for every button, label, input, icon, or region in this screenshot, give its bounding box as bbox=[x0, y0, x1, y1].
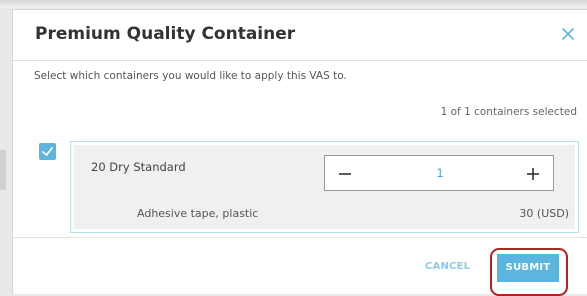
container-name: 20 Dry Standard bbox=[91, 160, 186, 174]
vas-dialog: Premium Quality Container Select which c… bbox=[12, 9, 587, 296]
vas-item-name: Adhesive tape, plastic bbox=[137, 207, 259, 220]
background-page-strip bbox=[0, 0, 587, 8]
minus-icon bbox=[339, 173, 351, 175]
vas-item-price: 30 (USD) bbox=[519, 207, 569, 220]
selected-count: 1 of 1 containers selected bbox=[440, 106, 577, 118]
plus-icon bbox=[527, 168, 539, 180]
checkmark-icon bbox=[42, 147, 53, 156]
container-card-body: 20 Dry Standard 1 Adhesive tape, plastic… bbox=[74, 145, 575, 229]
quantity-value[interactable]: 1 bbox=[420, 166, 460, 180]
decrement-button[interactable] bbox=[337, 166, 353, 182]
increment-button[interactable] bbox=[525, 166, 541, 182]
container-checkbox[interactable] bbox=[39, 143, 56, 160]
quantity-stepper: 1 bbox=[324, 155, 554, 191]
instruction-text: Select which containers you would like t… bbox=[34, 70, 347, 82]
header-divider bbox=[13, 60, 587, 61]
footer-divider bbox=[13, 237, 587, 238]
close-button[interactable] bbox=[560, 26, 576, 42]
container-card: 20 Dry Standard 1 Adhesive tape, plastic… bbox=[70, 141, 579, 233]
cancel-button[interactable]: CANCEL bbox=[425, 261, 470, 272]
close-icon bbox=[562, 28, 574, 40]
background-page-edge bbox=[0, 150, 6, 190]
submit-button[interactable]: SUBMIT bbox=[497, 254, 559, 282]
dialog-title: Premium Quality Container bbox=[35, 24, 296, 44]
